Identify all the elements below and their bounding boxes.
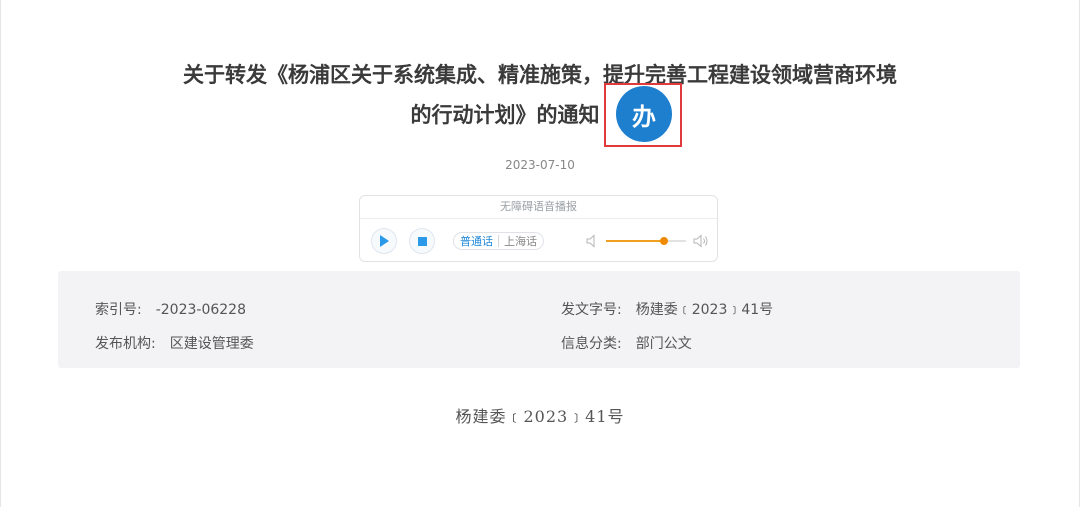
volume-slider[interactable] (606, 237, 686, 245)
info-doc-number: 发文字号: 杨建委﹝2023﹞41号 (561, 299, 773, 319)
stop-icon (417, 236, 427, 246)
info-category-label: 信息分类: (561, 336, 622, 352)
volume-low-icon[interactable] (586, 233, 598, 252)
language-toggle: 普通话 上海话 (453, 232, 544, 250)
language-option-mandarin[interactable]: 普通话 (460, 233, 493, 249)
info-index-label: 索引号: (95, 302, 142, 318)
info-publisher: 发布机构: 区建设管理委 (95, 333, 254, 353)
info-doc-number-label: 发文字号: (561, 302, 622, 318)
play-button[interactable] (371, 228, 397, 254)
volume-high-icon[interactable] (693, 233, 709, 252)
info-publisher-value: 区建设管理委 (169, 336, 254, 352)
volume-slider-fill (606, 240, 664, 242)
play-icon (380, 235, 389, 247)
article-title-line2: 的行动计划》的通知 (410, 103, 600, 127)
audio-player: 无障碍语音播报 普通话 上海话 (359, 195, 718, 262)
volume-slider-handle[interactable] (659, 237, 668, 245)
info-category: 信息分类: 部门公文 (561, 333, 692, 353)
document-info-panel: 索引号: -2023-06228 发文字号: 杨建委﹝2023﹞41号 发布机构: 区… (58, 271, 1020, 368)
office-badge-icon[interactable]: 办 (616, 86, 672, 142)
article-title: 关于转发《杨浦区关于系统集成、精准施策，提升完善工程建设领域营商环境 的行动计划… (0, 55, 1080, 135)
publish-date: 2023-07-10 (505, 158, 575, 172)
stop-button[interactable] (409, 228, 435, 254)
info-index-value: -2023-06228 (155, 302, 246, 318)
language-option-shanghainese[interactable]: 上海话 (504, 233, 537, 249)
info-category-value: 部门公文 (635, 336, 692, 352)
body-document-number: 杨建委﹝2023﹞41号 (455, 407, 625, 426)
audio-player-title: 无障碍语音播报 (360, 196, 717, 219)
language-separator (498, 235, 499, 247)
article-title-line1: 关于转发《杨浦区关于系统集成、精准施策，提升完善工程建设领域营商环境 (183, 63, 897, 87)
info-publisher-label: 发布机构: (95, 336, 156, 352)
info-index: 索引号: -2023-06228 (95, 299, 246, 319)
info-doc-number-value: 杨建委﹝2023﹞41号 (635, 302, 774, 318)
